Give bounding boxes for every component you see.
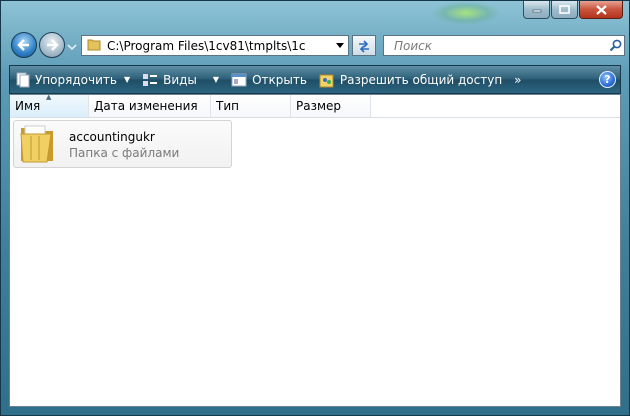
column-header-label: Имя: [15, 99, 41, 113]
forward-arrow-icon: [47, 39, 59, 51]
item-type: Папка с файлами: [69, 146, 180, 160]
share-icon: [319, 72, 335, 88]
column-header-label: Дата изменения: [94, 99, 198, 113]
title-bar-glow: [431, 1, 501, 25]
column-header-date-modified[interactable]: Дата изменения: [89, 95, 211, 117]
refresh-button[interactable]: [352, 35, 376, 56]
address-bar[interactable]: C:\Program Files\1cv81\tmplts\1c: [81, 35, 349, 56]
more-commands-label: »: [514, 72, 522, 87]
views-button[interactable]: Виды ▼: [136, 66, 225, 93]
organize-button[interactable]: Упорядочить ▼: [10, 66, 136, 93]
minimize-icon: [532, 9, 541, 12]
dropdown-arrow-icon: [336, 43, 344, 48]
open-button[interactable]: Открыть: [225, 66, 313, 93]
help-icon: ?: [604, 73, 611, 86]
search-input[interactable]: [392, 37, 606, 54]
maximize-button[interactable]: [551, 1, 578, 19]
folder-icon: [19, 124, 63, 167]
column-header-size[interactable]: Размер: [291, 95, 371, 117]
search-icon[interactable]: [606, 39, 624, 52]
back-arrow-icon: [17, 39, 29, 51]
forward-button[interactable]: [39, 32, 65, 58]
column-headers: ▲ Имя Дата изменения Тип Размер: [10, 93, 620, 118]
maximize-icon: [559, 5, 570, 14]
column-header-name[interactable]: ▲ Имя: [10, 93, 89, 117]
explorer-window: C:\Program Files\1cv81\tmplts\1c Упорядо…: [0, 0, 630, 416]
command-bar: Упорядочить ▼ Виды ▼ Открыть Разрешить о…: [9, 65, 621, 94]
folder-item[interactable]: accountingukr Папка с файлами: [13, 120, 232, 168]
recent-pages-dropdown[interactable]: [67, 40, 77, 54]
more-commands-button[interactable]: »: [508, 66, 527, 93]
chevron-down-icon: ▼: [123, 75, 131, 84]
item-name: accountingukr: [69, 130, 155, 144]
views-icon: [142, 73, 158, 87]
file-list-pane: ▲ Имя Дата изменения Тип Размер accounti…: [9, 93, 621, 407]
search-box[interactable]: [383, 35, 625, 56]
address-dropdown-button[interactable]: [332, 43, 348, 48]
caption-buttons: [522, 1, 623, 21]
close-button[interactable]: [579, 1, 623, 19]
refresh-icon: [359, 39, 369, 53]
views-label: Виды: [163, 72, 197, 87]
open-window-icon: [231, 73, 247, 87]
minimize-button[interactable]: [523, 1, 550, 19]
address-path: C:\Program Files\1cv81\tmplts\1c: [107, 38, 306, 53]
close-icon: [595, 4, 607, 15]
organize-label: Упорядочить: [35, 72, 117, 87]
help-button[interactable]: ?: [599, 71, 616, 88]
navigation-bar: C:\Program Files\1cv81\tmplts\1c: [9, 31, 625, 61]
share-label: Разрешить общий доступ: [339, 72, 503, 87]
folder-icon: [87, 37, 101, 54]
column-header-label: Размер: [296, 99, 342, 113]
column-header-type[interactable]: Тип: [211, 95, 291, 117]
chevron-down-icon: [67, 44, 77, 51]
back-button[interactable]: [11, 32, 37, 58]
column-header-label: Тип: [216, 99, 239, 113]
organize-icon: [16, 72, 30, 88]
chevron-down-icon: ▼: [212, 75, 220, 84]
open-label: Открыть: [252, 72, 307, 87]
share-button[interactable]: Разрешить общий доступ: [313, 66, 508, 93]
sort-ascending-icon: ▲: [46, 93, 52, 101]
